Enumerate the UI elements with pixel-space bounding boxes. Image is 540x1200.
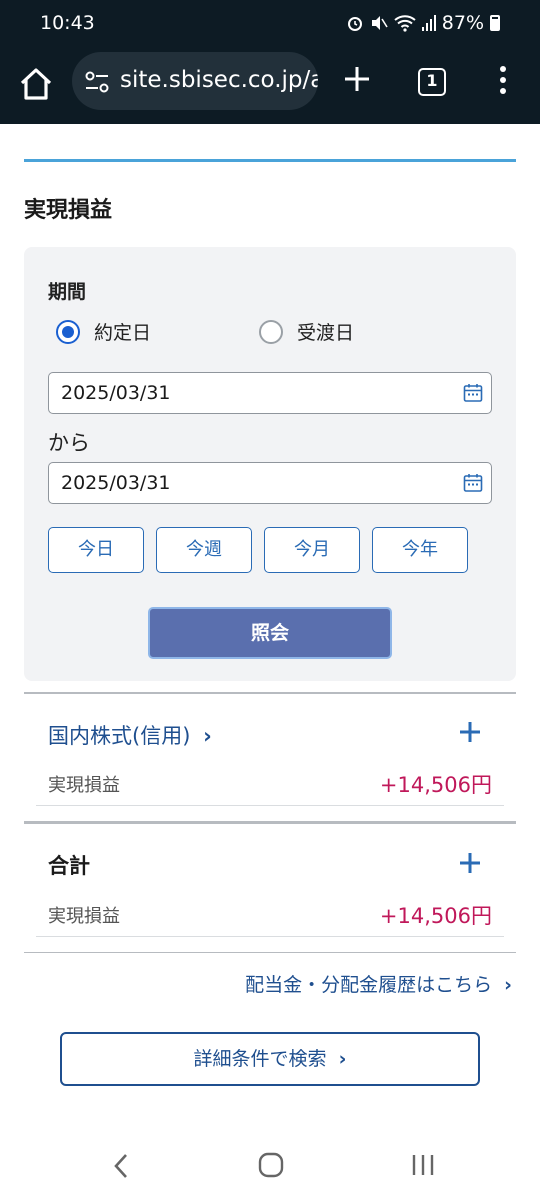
this-month-button[interactable]: 今月 [264,527,360,573]
top-divider [24,159,516,162]
address-bar[interactable]: site.sbisec.co.jp/a [72,52,318,110]
radio-trade-date[interactable]: 約定日 [56,318,151,345]
inquiry-button[interactable]: 照会 [148,607,392,659]
detail-search-button[interactable]: 詳細条件で検索 › [60,1032,480,1086]
wifi-icon [394,15,416,32]
divider [24,692,516,694]
profit-value: +14,506円 [379,773,492,797]
chevron-right-icon: › [504,974,512,996]
date-from-value: 2025/03/31 [61,382,171,404]
more-icon[interactable] [494,66,512,98]
radio-unselected-icon[interactable] [259,319,283,344]
calendar-icon[interactable] [463,383,483,403]
home-nav-icon[interactable] [258,1152,284,1178]
chevron-right-icon: › [338,1048,347,1070]
page-title: 実現損益 [24,198,113,223]
dividend-link-text: 配当金・分配金履歴はこちら [245,974,493,996]
this-week-button[interactable]: 今週 [156,527,252,573]
radio-selected-icon[interactable] [56,319,80,344]
today-button[interactable]: 今日 [48,527,144,573]
plus-icon[interactable] [458,851,482,875]
total-profit-value: +14,506円 [379,904,492,928]
chevron-right-icon: › [203,724,212,748]
calendar-icon[interactable] [463,473,483,493]
radio-label: 約定日 [94,322,152,344]
this-year-button[interactable]: 今年 [372,527,468,573]
signal-icon [421,15,436,31]
mute-icon [371,16,388,30]
url-text: site.sbisec.co.jp/a [120,67,318,93]
back-icon[interactable] [112,1152,130,1180]
battery-percent: 87% [441,12,484,34]
dividend-history-link[interactable]: 配当金・分配金履歴はこちら › [245,970,512,997]
range-separator: から [48,431,90,455]
radio-settlement-date[interactable]: 受渡日 [259,318,354,345]
radio-label: 受渡日 [297,322,355,344]
tabs-icon[interactable]: 1 [418,68,446,96]
row-label: 実現損益 [48,906,120,927]
plus-icon[interactable] [340,62,374,96]
divider [24,821,516,824]
group-title-domestic-margin[interactable]: 国内株式(信用) › [48,720,212,750]
date-to-value: 2025/03/31 [61,472,171,494]
row-divider [36,805,504,806]
tune-icon[interactable] [84,70,110,94]
filter-panel: 期間 約定日 受渡日 2025/03/31 から 2025/03/31 今日 今… [24,247,516,681]
status-icons: 87% [346,12,500,34]
group-title-total: 合計 [48,854,90,878]
group-title-text: 国内株式(信用) [48,724,191,748]
browser-toolbar: site.sbisec.co.jp/a 1 [0,48,540,124]
home-icon[interactable] [16,64,56,104]
alarm-icon [347,17,362,31]
plus-icon[interactable] [458,720,482,744]
battery-icon [490,15,500,31]
row-label: 実現損益 [48,775,120,796]
system-nav-bar [0,1134,540,1200]
status-bar: 10:43 87% [0,0,540,48]
date-from-field[interactable]: 2025/03/31 [48,372,492,414]
recents-icon[interactable] [410,1152,436,1178]
page-content: 実現損益 期間 約定日 受渡日 2025/03/31 から 2025/03/31 [0,124,540,1134]
detail-search-label: 詳細条件で検索 [193,1048,327,1070]
date-to-field[interactable]: 2025/03/31 [48,462,492,504]
row-divider [36,936,504,937]
status-time: 10:43 [40,12,95,34]
divider [24,952,516,953]
period-label: 期間 [48,281,87,303]
